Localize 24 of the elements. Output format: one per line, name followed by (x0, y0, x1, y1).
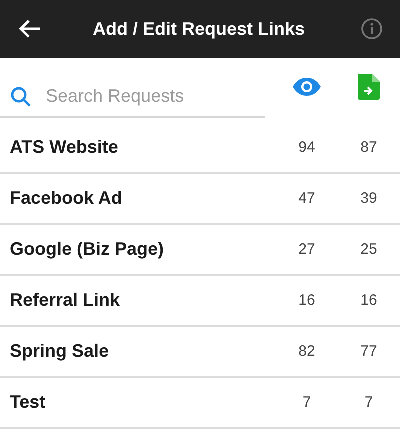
request-name: Facebook Ad (9, 188, 124, 209)
request-name: ATS Website (9, 137, 120, 158)
submission-count: 16 (360, 292, 378, 309)
back-arrow-icon (19, 19, 41, 39)
request-name: Referral Link (9, 290, 122, 311)
file-export-icon (358, 74, 380, 100)
submission-count: 87 (360, 139, 378, 156)
submission-count: 25 (360, 241, 378, 258)
view-count: 47 (298, 190, 316, 207)
eye-icon (292, 76, 322, 96)
request-name: Test (9, 392, 47, 413)
request-name: Google (Biz Page) (9, 239, 166, 260)
view-count: 94 (298, 139, 316, 156)
view-count: 27 (298, 241, 316, 258)
submission-count: 77 (360, 343, 378, 360)
view-count: 7 (302, 394, 312, 411)
submission-count: 7 (364, 394, 374, 411)
screen-title: Add / Edit Request Links (92, 18, 306, 40)
submission-count: 39 (360, 190, 378, 207)
search-icon (10, 86, 32, 108)
view-count: 82 (298, 343, 316, 360)
info-icon (361, 18, 383, 40)
request-name: Spring Sale (9, 341, 110, 362)
view-count: 16 (298, 292, 316, 309)
